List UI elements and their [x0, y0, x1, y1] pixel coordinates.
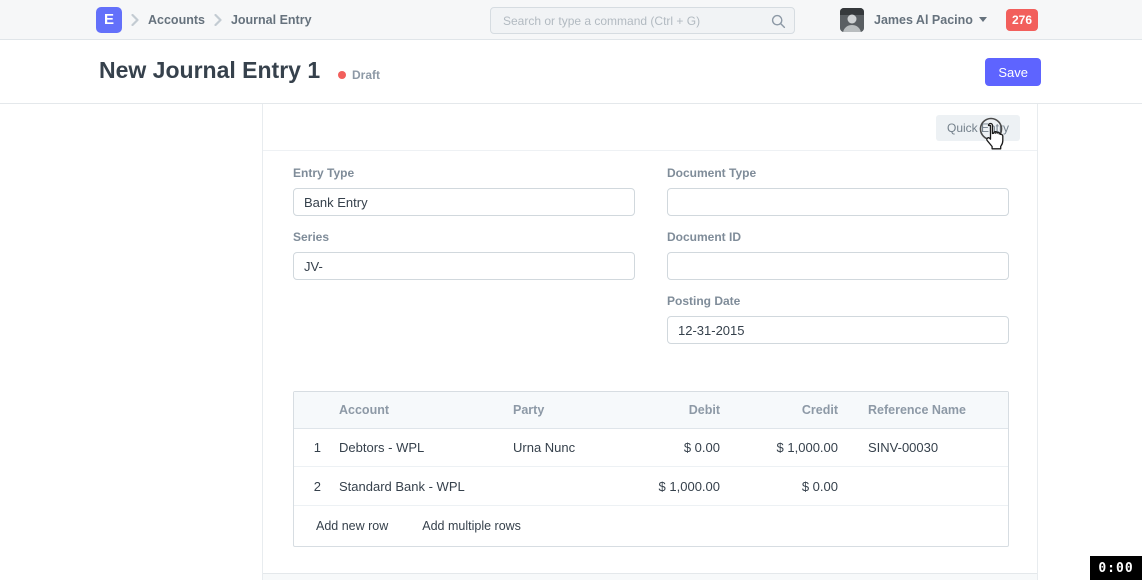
section-divider	[263, 573, 1037, 580]
page-head: New Journal Entry 1 Draft Save	[0, 40, 1142, 104]
quick-entry-button[interactable]: Quick Entry	[936, 115, 1020, 141]
table-footer: Add new row Add multiple rows	[294, 506, 1008, 546]
chevron-right-icon	[214, 14, 222, 26]
row-index: 1	[294, 440, 324, 455]
top-navbar: E Accounts Journal Entry James Al Pacino…	[0, 0, 1142, 40]
breadcrumb-accounts[interactable]: Accounts	[148, 13, 205, 27]
document-id-input[interactable]	[667, 252, 1009, 280]
document-type-field: Document Type	[667, 166, 1009, 216]
entry-type-field: Entry Type	[293, 166, 635, 216]
chevron-right-icon	[131, 14, 139, 26]
col-header-account: Account	[324, 403, 498, 417]
search-icon	[771, 14, 786, 34]
form-toolbar: Quick Entry	[263, 104, 1037, 151]
notification-count-badge[interactable]: 276	[1006, 9, 1038, 31]
col-header-reference: Reference Name	[853, 403, 1008, 417]
series-label: Series	[293, 230, 635, 244]
global-search	[490, 7, 795, 34]
table-header-row: Account Party Debit Credit Reference Nam…	[294, 392, 1008, 429]
status-label: Draft	[352, 68, 380, 82]
accounting-entries-table: Account Party Debit Credit Reference Nam…	[293, 391, 1009, 547]
cell-reference[interactable]: SINV-00030	[853, 440, 1008, 455]
page-title: New Journal Entry 1	[99, 57, 320, 84]
posting-date-input[interactable]	[667, 316, 1009, 344]
draft-dot-icon	[338, 71, 346, 79]
add-multiple-rows-button[interactable]: Add multiple rows	[422, 519, 521, 533]
avatar	[840, 8, 864, 32]
breadcrumb: E Accounts Journal Entry	[96, 0, 312, 39]
posting-date-label: Posting Date	[667, 294, 1009, 308]
status-badge: Draft	[338, 68, 380, 82]
cell-account[interactable]: Debtors - WPL	[324, 440, 498, 455]
form-layout: Quick Entry Entry Type Series Document T…	[262, 104, 1038, 580]
user-menu[interactable]: James Al Pacino	[840, 0, 987, 39]
video-timer-overlay: 0:00	[1090, 556, 1142, 580]
entry-type-label: Entry Type	[293, 166, 635, 180]
document-id-field: Document ID	[667, 230, 1009, 280]
document-id-label: Document ID	[667, 230, 1009, 244]
add-new-row-button[interactable]: Add new row	[316, 519, 388, 533]
series-field: Series	[293, 230, 635, 280]
cell-credit[interactable]: $ 0.00	[735, 479, 853, 494]
app-logo-letter: E	[104, 11, 114, 28]
cell-party[interactable]: Urna Nunc	[498, 440, 594, 455]
save-button[interactable]: Save	[985, 58, 1041, 86]
series-input[interactable]	[293, 252, 635, 280]
app-logo[interactable]: E	[96, 7, 122, 33]
search-input[interactable]	[491, 8, 794, 33]
breadcrumb-journal-entry[interactable]: Journal Entry	[231, 13, 312, 27]
cell-account[interactable]: Standard Bank - WPL	[324, 479, 498, 494]
document-type-input[interactable]	[667, 188, 1009, 216]
col-header-debit: Debit	[594, 403, 735, 417]
table-row[interactable]: 2 Standard Bank - WPL $ 1,000.00 $ 0.00	[294, 467, 1008, 506]
posting-date-field: Posting Date	[667, 294, 1009, 344]
cell-debit[interactable]: $ 1,000.00	[594, 479, 735, 494]
table-row[interactable]: 1 Debtors - WPL Urna Nunc $ 0.00 $ 1,000…	[294, 429, 1008, 467]
user-name: James Al Pacino	[874, 13, 973, 27]
col-header-credit: Credit	[735, 403, 853, 417]
chevron-down-icon	[979, 17, 987, 22]
entry-type-input[interactable]	[293, 188, 635, 216]
cell-credit[interactable]: $ 1,000.00	[735, 440, 853, 455]
document-type-label: Document Type	[667, 166, 1009, 180]
cell-debit[interactable]: $ 0.00	[594, 440, 735, 455]
row-index: 2	[294, 479, 324, 494]
col-header-party: Party	[498, 403, 594, 417]
